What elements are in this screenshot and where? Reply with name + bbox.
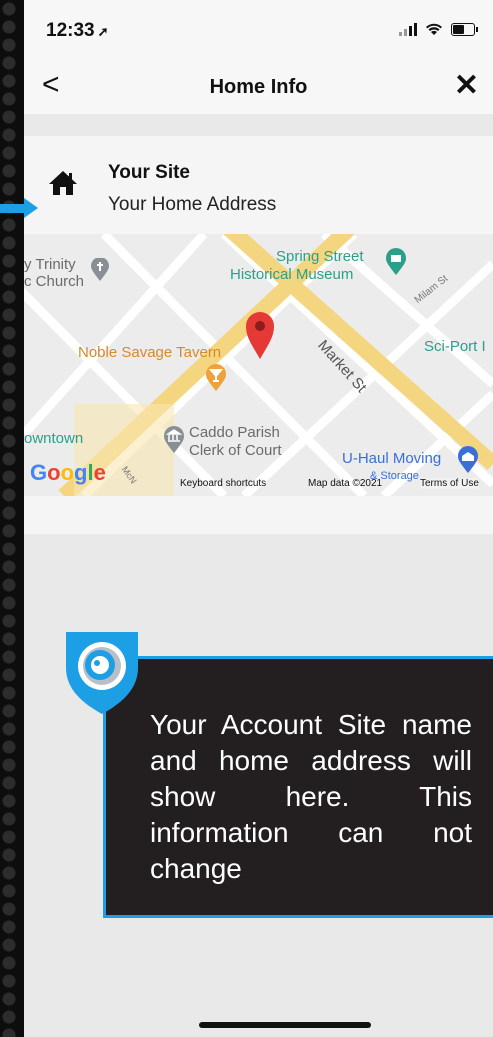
map-label-noble-savage: Noble Savage Tavern bbox=[78, 344, 222, 361]
location-pin-icon bbox=[246, 312, 274, 359]
map-label-clerk-of-court: Clerk of Court bbox=[189, 442, 282, 459]
bar-marker-icon bbox=[206, 364, 226, 391]
map-label-spring-street: Spring Street bbox=[276, 248, 364, 265]
map-label-sci-port: Sci-Port I bbox=[424, 338, 486, 355]
location-arrow-icon: ➚ bbox=[97, 24, 109, 39]
map-label-historical-museum: Historical Museum bbox=[230, 266, 354, 283]
page-title: Home Info bbox=[209, 76, 308, 98]
callout-text: Your Account Site name and home address … bbox=[150, 709, 472, 884]
home-icon bbox=[49, 171, 77, 195]
map-view[interactable]: y Trinity c Church Spring Street Histori… bbox=[24, 234, 493, 496]
status-icons bbox=[399, 22, 478, 36]
shield-eye-icon bbox=[66, 632, 138, 714]
map-bottom-spacer bbox=[24, 496, 493, 534]
church-marker-icon bbox=[91, 258, 109, 281]
nav-bar: < Home Info ✕ bbox=[24, 60, 493, 114]
map-label-uhaul: U-Haul Moving bbox=[342, 450, 442, 467]
status-time: 12:33 ➚ bbox=[46, 20, 109, 41]
home-indicator[interactable] bbox=[199, 1022, 371, 1028]
battery-icon bbox=[451, 22, 478, 36]
site-address: Your Home Address bbox=[108, 194, 277, 215]
tutorial-pointer-arrow-icon bbox=[0, 198, 38, 218]
museum-marker-icon bbox=[386, 248, 406, 275]
courthouse-marker-icon bbox=[164, 426, 184, 453]
storage-marker-icon bbox=[458, 446, 478, 473]
status-bar: 12:33 ➚ bbox=[24, 0, 493, 60]
map-label-downtown: owntown bbox=[24, 430, 84, 447]
keyboard-shortcuts-link[interactable]: Keyboard shortcuts bbox=[180, 478, 266, 489]
site-card: Your Site Your Home Address bbox=[24, 136, 493, 234]
close-button[interactable]: ✕ bbox=[454, 68, 479, 103]
map-data-label: Map data ©2021 bbox=[308, 478, 383, 489]
tutorial-callout: Your Account Site name and home address … bbox=[103, 656, 493, 918]
signal-icon bbox=[399, 22, 417, 36]
map-label-caddo-parish: Caddo Parish bbox=[189, 424, 280, 441]
terms-of-use-link[interactable]: Terms of Use bbox=[420, 478, 479, 489]
map-label-trinity: y Trinity c Church bbox=[24, 256, 85, 290]
wifi-icon bbox=[426, 23, 442, 35]
google-logo: Google bbox=[30, 460, 106, 485]
tutorial-frame-strip bbox=[0, 0, 24, 1037]
site-name: Your Site bbox=[108, 162, 190, 183]
